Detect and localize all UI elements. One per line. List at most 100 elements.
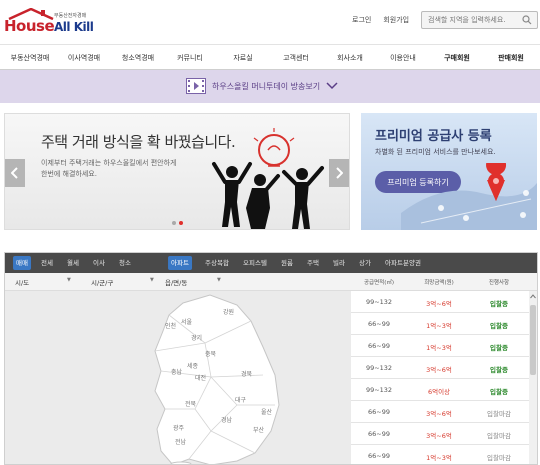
chevron-right-icon: [336, 167, 343, 179]
row-area: 66~99: [368, 408, 390, 416]
map-label-gyeongnam[interactable]: 경남: [221, 415, 232, 424]
row-area: 66~99: [368, 430, 390, 438]
top-links: 로그인 회원가입: [352, 15, 409, 25]
row-status: 입찰중: [490, 344, 508, 352]
tab-officetel[interactable]: 오피스텔: [240, 256, 270, 270]
map-pins-illustration: [401, 163, 537, 230]
listing-table-header: 공급면적(㎡) 희망금액(원) 진행사항: [351, 273, 537, 291]
row-area: 99~132: [365, 386, 393, 394]
nav-item-library[interactable]: 자료실: [233, 53, 252, 63]
tab-villa[interactable]: 빌라: [330, 256, 348, 270]
korea-region-map[interactable]: 강원 인천 서울 경기 충북 세종 충남 대전 경북 전북 대구 울산 경남 부…: [5, 291, 351, 464]
scrollbar-thumb[interactable]: [530, 305, 536, 375]
table-row[interactable]: 99~132 3억~6억 입찰중: [351, 357, 531, 379]
caret-down-icon: ▼: [67, 277, 71, 283]
promo-bar[interactable]: 하우스올킬 머니투데이 방송보기: [0, 70, 540, 103]
nav-item-guide[interactable]: 이용안내: [390, 53, 416, 63]
chevron-up-icon[interactable]: [530, 294, 536, 299]
login-link[interactable]: 로그인: [352, 15, 371, 25]
banner-subtitle: 이제부터 주택거래는 하우스올킬에서 편안하게 한번에 해결하세요.: [41, 159, 177, 178]
caret-down-icon: ▼: [217, 277, 221, 283]
map-label-gwangju[interactable]: 광주: [173, 423, 184, 432]
search-box: [421, 11, 538, 29]
main-banner[interactable]: 주택 거래 방식을 확 바꿨습니다. 이제부터 주택거래는 하우스올킬에서 편안…: [4, 113, 350, 230]
eupmyeondong-select[interactable]: 읍/면/동: [165, 277, 187, 287]
logo-house-text: House: [4, 17, 55, 35]
table-row[interactable]: 99~132 6억이상 입찰중: [351, 379, 531, 401]
premium-banner[interactable]: 프리미엄 공급사 등록 차별화 된 프리미엄 서비스를 만나보세요. 프리미엄 …: [361, 113, 537, 230]
tab-cleaning[interactable]: 청소: [116, 256, 134, 270]
map-label-gyeongbuk[interactable]: 경북: [241, 369, 252, 378]
site-header: House 부동산전자경매 All Kill 로그인 회원가입: [0, 0, 540, 42]
nav-item-cleaning-auction[interactable]: 청소역경매: [122, 53, 154, 63]
banner-prev-button[interactable]: [5, 159, 25, 187]
map-label-jeonnam[interactable]: 전남: [175, 437, 186, 446]
table-row[interactable]: 66~99 3억~6억 입찰마감: [351, 401, 531, 423]
banner-next-button[interactable]: [329, 159, 349, 187]
tab-store[interactable]: 상가: [356, 256, 374, 270]
tab-apartment[interactable]: 아파트: [168, 256, 192, 270]
nav-item-customer-center[interactable]: 고객센터: [283, 53, 309, 63]
tab-mixed-use[interactable]: 주상복합: [202, 256, 232, 270]
row-status: 입찰마감: [487, 410, 511, 418]
listing-scrollbar[interactable]: [529, 291, 537, 464]
row-price: 3억~6억: [426, 300, 452, 308]
banner-dot-1[interactable]: [172, 221, 176, 225]
row-area: 99~132: [365, 298, 393, 306]
nav-item-buyer[interactable]: 구매회원: [444, 53, 470, 63]
map-label-chungnam[interactable]: 충남: [171, 367, 182, 376]
column-status: 진행사항: [488, 280, 510, 286]
tab-monthly-rent[interactable]: 월세: [64, 256, 82, 270]
film-icon: [186, 78, 206, 94]
map-label-incheon[interactable]: 인천: [165, 321, 176, 330]
row-status: 입찰마감: [487, 432, 511, 440]
row-price: 1억~3억: [426, 344, 452, 352]
table-row[interactable]: 66~99 3억~6억 입찰마감: [351, 423, 531, 445]
tab-one-room[interactable]: 원룸: [278, 256, 296, 270]
people-lightbulb-illustration: [212, 128, 324, 229]
map-label-daejeon[interactable]: 대전: [195, 373, 206, 382]
logo-allkill-text: All Kill: [54, 20, 94, 34]
nav-item-community[interactable]: 커뮤니티: [177, 53, 203, 63]
premium-subtitle: 차별화 된 프리미엄 서비스를 만나보세요.: [375, 148, 496, 156]
row-price: 3억~6억: [426, 410, 452, 418]
listing-panel: 매매 전세 월세 이사 청소 아파트 주상복합 오피스텔 원룸 주택 빌라 상가…: [4, 252, 538, 465]
listing-table-body: 99~132 3억~6억 입찰중 66~99 1억~3억 입찰중 66~99 1…: [351, 291, 531, 464]
table-row[interactable]: 66~99 1억~3억 입찰중: [351, 313, 531, 335]
row-area: 66~99: [368, 342, 390, 350]
table-row[interactable]: 99~132 3억~6억 입찰중: [351, 291, 531, 313]
row-status: 입찰중: [490, 388, 508, 396]
nav-item-seller[interactable]: 판매회원: [498, 53, 524, 63]
map-label-busan[interactable]: 부산: [253, 425, 264, 434]
map-label-gangwon[interactable]: 강원: [223, 307, 234, 316]
map-label-gyeonggi[interactable]: 경기: [191, 333, 202, 342]
tab-jeonse[interactable]: 전세: [38, 256, 56, 270]
map-label-sejong[interactable]: 세종: [187, 361, 198, 370]
row-area: 66~99: [368, 320, 390, 328]
row-status: 입찰중: [490, 366, 508, 374]
map-label-jeonbuk[interactable]: 전북: [185, 399, 196, 408]
nav-item-moving-auction[interactable]: 이사역경매: [68, 53, 100, 63]
tab-apartment-presale[interactable]: 아파트분양권: [382, 256, 424, 270]
table-row[interactable]: 66~99 1억~3억 입찰마감: [351, 445, 531, 464]
map-label-ulsan[interactable]: 울산: [261, 407, 272, 416]
table-row[interactable]: 66~99 1억~3억 입찰중: [351, 335, 531, 357]
tab-house[interactable]: 주택: [304, 256, 322, 270]
map-label-chungbuk[interactable]: 충북: [205, 349, 216, 358]
search-icon[interactable]: [522, 15, 532, 25]
map-label-seoul[interactable]: 서울: [181, 317, 192, 326]
search-input[interactable]: [422, 12, 518, 28]
nav-item-about[interactable]: 회사소개: [337, 53, 363, 63]
row-area: 99~132: [365, 364, 393, 372]
tab-sale[interactable]: 매매: [13, 256, 31, 270]
main-nav: 부동산역경매 이사역경매 청소역경매 커뮤니티 자료실 고객센터 회사소개 이용…: [0, 44, 540, 70]
logo[interactable]: House 부동산전자경매 All Kill: [4, 8, 96, 38]
banner-dot-2[interactable]: [179, 221, 183, 225]
nav-item-real-estate-auction[interactable]: 부동산역경매: [11, 53, 50, 63]
sigungu-select[interactable]: 시/군/구: [91, 277, 113, 287]
map-label-daegu[interactable]: 대구: [235, 395, 246, 404]
tab-moving[interactable]: 이사: [90, 256, 108, 270]
column-area: 공급면적(㎡): [363, 280, 395, 286]
signup-link[interactable]: 회원가입: [383, 15, 409, 25]
sido-select[interactable]: 시/도: [15, 277, 29, 287]
